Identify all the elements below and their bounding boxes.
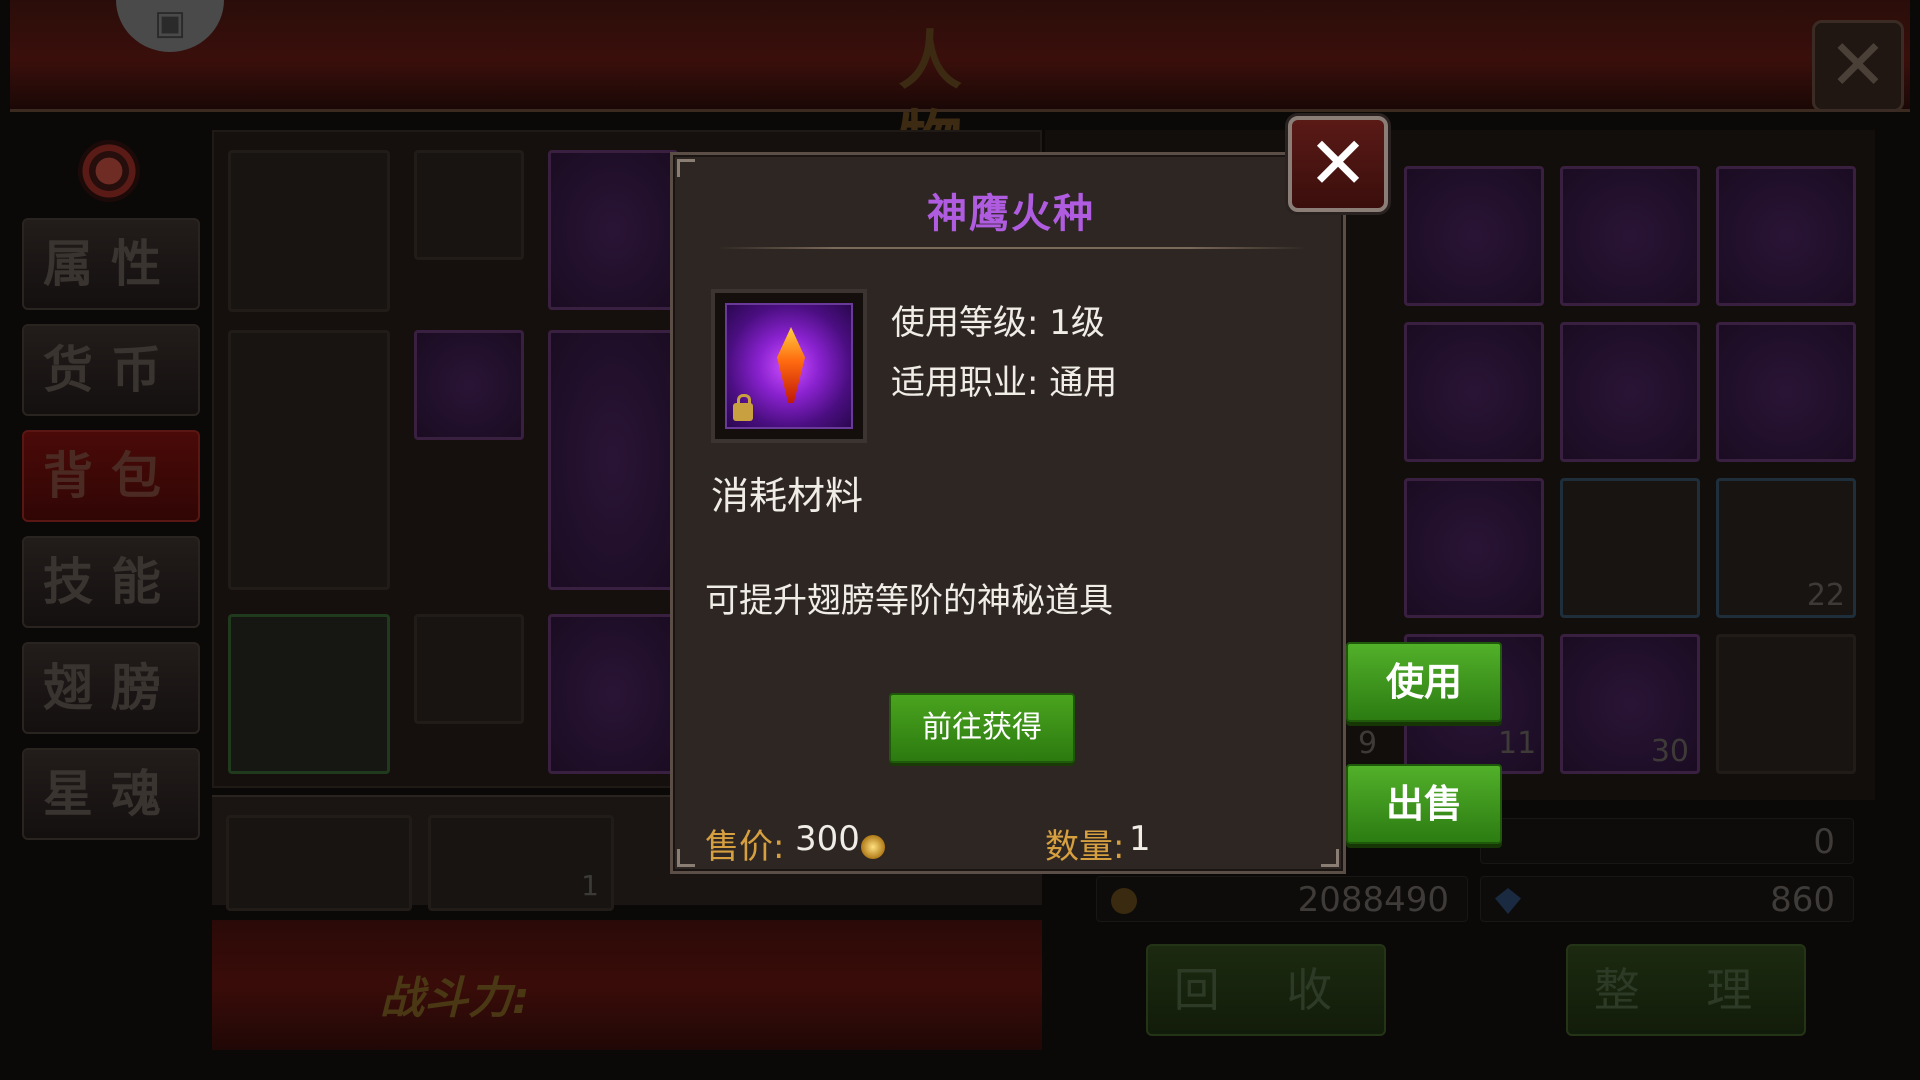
bag-slot[interactable]	[1560, 166, 1700, 306]
sort-button[interactable]: 整 理	[1566, 944, 1806, 1036]
popup-corner	[677, 159, 695, 177]
popup-corner	[677, 849, 695, 867]
bag-slot[interactable]	[1560, 322, 1700, 462]
close-icon: ✕	[1307, 121, 1369, 205]
gem-slot-1[interactable]	[226, 815, 412, 911]
bag-slot[interactable]	[1716, 634, 1856, 774]
bag-slot[interactable]	[1716, 322, 1856, 462]
tab-skills[interactable]: 技能	[22, 536, 200, 628]
bag-slot[interactable]	[1404, 322, 1544, 462]
side-emblem-icon	[78, 140, 140, 202]
bag-slot[interactable]: 22	[1716, 478, 1856, 618]
equip-slot-armor[interactable]	[548, 330, 678, 590]
quantity-label: 数量:	[1045, 827, 1125, 867]
bag-count: 9	[1358, 726, 1378, 761]
price-label: 售价:	[705, 827, 785, 867]
item-tooltip-popup: 神鹰火种 使用等级: 1级 适用职业: 通用 消耗材料 可提升翅膀等阶的神秘道具…	[670, 152, 1346, 874]
use-level: 使用等级: 1级	[891, 303, 1105, 343]
main-close-button[interactable]: ✕	[1812, 20, 1904, 112]
price-value: 300	[795, 819, 860, 859]
bag-slot[interactable]	[1404, 166, 1544, 306]
screen-title: 人 物	[898, 25, 1022, 179]
recycle-button[interactable]: 回 收	[1146, 944, 1386, 1036]
equip-slot-bracer[interactable]	[414, 614, 524, 724]
diamond-icon	[1495, 888, 1521, 914]
gem-slot-2[interactable]: 1	[428, 815, 614, 911]
gold-icon	[1111, 888, 1137, 914]
bag-slot[interactable]	[1404, 478, 1544, 618]
item-description: 可提升翅膀等阶的神秘道具	[705, 581, 1113, 621]
item-icon-frame	[711, 289, 867, 443]
flame-crystal-icon	[777, 327, 805, 403]
item-icon	[725, 303, 853, 429]
lock-icon	[733, 394, 753, 421]
bag-slot[interactable]	[1560, 478, 1700, 618]
use-button[interactable]: 使用	[1346, 642, 1502, 722]
bag-slot[interactable]	[1716, 166, 1856, 306]
tab-wings[interactable]: 翅膀	[22, 642, 200, 734]
power-bar	[212, 920, 1042, 1050]
popup-corner	[1321, 849, 1339, 867]
equip-slot-ring[interactable]	[228, 150, 390, 312]
equip-slot-bow[interactable]	[228, 614, 390, 774]
popup-close-button[interactable]: ✕	[1288, 116, 1388, 212]
equip-slot-legs[interactable]	[548, 614, 678, 774]
goto-obtain-button[interactable]: 前往获得	[889, 693, 1075, 763]
equip-slot-amulet[interactable]	[414, 330, 524, 440]
bag-count: 30	[1650, 734, 1689, 769]
bag-count: 11	[1498, 726, 1537, 761]
quantity-value: 1	[1129, 819, 1151, 859]
gem-count: 1	[581, 869, 599, 902]
equip-slot-helmet[interactable]	[548, 150, 678, 310]
gold-display: 2088490	[1096, 876, 1468, 922]
tab-currency[interactable]: 货币	[22, 324, 200, 416]
title-divider	[717, 247, 1307, 249]
top-right-resource: 0	[1480, 818, 1854, 864]
sell-button[interactable]: 出售	[1346, 764, 1502, 844]
tab-bag[interactable]: 背包	[22, 430, 200, 522]
camera-icon: ▣	[153, 3, 187, 43]
power-label: 战斗力:	[380, 973, 530, 1024]
equip-slot-small[interactable]	[414, 150, 524, 260]
item-name: 神鹰火种	[927, 191, 1095, 237]
bag-slot[interactable]: 30	[1560, 634, 1700, 774]
coin-icon	[861, 835, 885, 859]
diamond-display: 860	[1480, 876, 1854, 922]
item-category: 消耗材料	[711, 474, 864, 518]
bag-count: 22	[1806, 578, 1845, 613]
applicable-class: 适用职业: 通用	[891, 363, 1118, 403]
tab-star-soul[interactable]: 星魂	[22, 748, 200, 840]
tab-attributes[interactable]: 属性	[22, 218, 200, 310]
close-icon: ✕	[1828, 24, 1888, 106]
equip-slot-weapon[interactable]	[228, 330, 390, 590]
